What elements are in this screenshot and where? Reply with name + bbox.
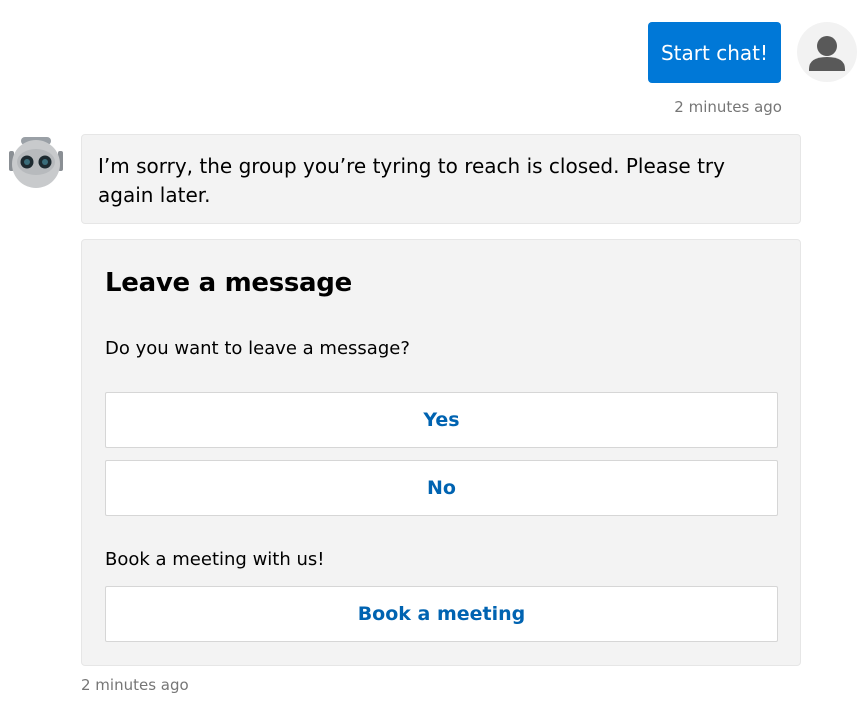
- bot-avatar: [6, 134, 66, 194]
- bot-message-bubble: I’m sorry, the group you’re tyring to re…: [81, 134, 801, 224]
- meeting-prompt: Book a meeting with us!: [105, 549, 325, 570]
- user-message-text: Start chat!: [660, 40, 768, 65]
- robot-icon: [9, 137, 63, 188]
- user-avatar: [797, 22, 857, 82]
- user-message-bubble: Start chat!: [648, 22, 781, 83]
- book-meeting-button[interactable]: Book a meeting: [105, 586, 778, 642]
- leave-message-card: Leave a message Do you want to leave a m…: [81, 239, 801, 666]
- person-icon: [809, 36, 845, 71]
- no-button[interactable]: No: [105, 460, 778, 516]
- card-title: Leave a message: [105, 268, 352, 298]
- bot-message-text: I’m sorry, the group you’re tyring to re…: [98, 154, 725, 207]
- chat-transcript: Start chat! 2 minutes ago I’m sorry, the…: [0, 0, 864, 701]
- yes-button[interactable]: Yes: [105, 392, 778, 448]
- bot-message-timestamp: 2 minutes ago: [81, 676, 189, 694]
- user-message-timestamp: 2 minutes ago: [674, 98, 782, 116]
- card-question: Do you want to leave a message?: [105, 338, 410, 359]
